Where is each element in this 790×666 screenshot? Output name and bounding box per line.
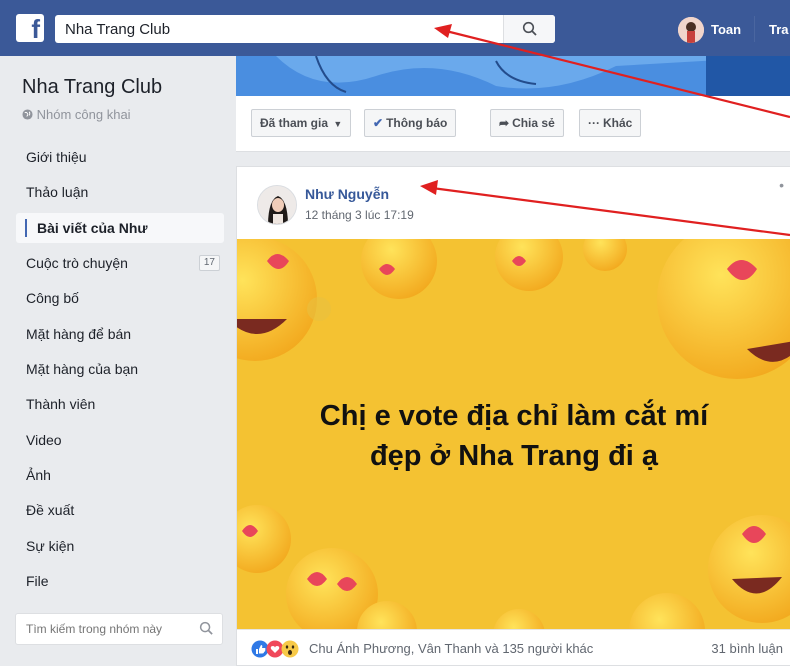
avatar[interactable]: [678, 17, 704, 43]
post-author-avatar[interactable]: [257, 185, 297, 225]
group-privacy-label: Nhóm công khai: [36, 107, 131, 122]
facebook-logo[interactable]: f: [16, 14, 44, 44]
group-cover-photo: [236, 56, 790, 96]
search-input[interactable]: Nha Trang Club: [65, 21, 170, 38]
cover-image: [236, 56, 790, 96]
search-bar[interactable]: Nha Trang Club: [55, 15, 555, 43]
sidebar-item-photos[interactable]: Ảnh: [16, 460, 224, 490]
globe-icon: [22, 109, 33, 120]
sidebar-item-label: Mặt hàng để bán: [26, 326, 132, 342]
sidebar-item-your-items[interactable]: Mặt hàng của bạn: [16, 354, 224, 384]
sidebar-item-files[interactable]: File: [16, 566, 224, 596]
sidebar-item-recommendations[interactable]: Đề xuất: [16, 495, 224, 525]
comment-count[interactable]: 31 bình luận: [711, 641, 783, 656]
post-author-name[interactable]: Như Nguyễn: [305, 186, 389, 202]
caret-down-icon: ▼: [333, 119, 343, 129]
group-search-box: [15, 613, 223, 645]
joined-button[interactable]: Đã tham gia ▼: [251, 109, 352, 137]
avatar-image: [678, 17, 704, 43]
post-caption-line: đẹp ở Nha Trang đi ạ: [369, 440, 659, 472]
sidebar-item-label: Đề xuất: [26, 502, 75, 518]
sidebar-item-discussion[interactable]: Thảo luận: [16, 177, 224, 207]
post-footer: Chu Ánh Phương, Vân Thanh và 135 người k…: [237, 629, 790, 666]
sidebar-item-label: Thảo luận: [26, 184, 89, 200]
more-dots-icon: ···: [588, 116, 600, 130]
check-icon: ✔: [373, 116, 384, 130]
share-arrow-icon: ➦: [499, 116, 510, 130]
home-link[interactable]: Tra: [769, 22, 789, 37]
sidebar-item-label: Video: [26, 432, 62, 448]
group-action-bar: Đã tham gia ▼ ✔ Thông báo ➦ Chia sẻ ··· Khá…: [236, 96, 790, 152]
post-card: Như Nguyễn 12 tháng 3 lúc 17:19 • Chị e …: [236, 166, 790, 666]
post-caption-line: Chị e vote địa chỉ làm cắt mí: [319, 400, 709, 432]
more-label: Khác: [603, 116, 633, 130]
reaction-icons[interactable]: [251, 640, 305, 658]
post-timestamp[interactable]: 12 tháng 3 lúc 17:19: [305, 208, 414, 222]
group-title[interactable]: Nha Trang Club: [22, 76, 162, 99]
sidebar-item-label: Bài viết của Như: [37, 220, 148, 236]
group-sidebar: Nha Trang Club Nhóm công khai Giới thiệu…: [0, 56, 236, 666]
sidebar-item-for-sale[interactable]: Mặt hàng để bán: [16, 319, 224, 349]
share-button[interactable]: ➦ Chia sẻ: [490, 109, 564, 137]
more-button[interactable]: ··· Khác: [579, 109, 642, 137]
sidebar-item-events[interactable]: Sự kiện: [16, 531, 224, 561]
post-caption: Chị e vote địa chỉ làm cắt mí đẹp ở Nha …: [237, 396, 790, 476]
search-icon[interactable]: [199, 621, 214, 636]
sidebar-item-member-posts[interactable]: Bài viết của Như: [16, 213, 224, 243]
sidebar-item-label: Cuộc trò chuyện: [26, 255, 128, 271]
sidebar-item-label: Thành viên: [26, 396, 96, 412]
sidebar-item-chats[interactable]: Cuộc trò chuyện 17: [16, 248, 224, 278]
sidebar-item-label: Công bố: [26, 290, 79, 306]
profile-link[interactable]: Toan: [711, 22, 741, 37]
group-search-input[interactable]: [26, 622, 186, 636]
share-label: Chia sẻ: [512, 116, 555, 130]
group-privacy: Nhóm công khai: [22, 107, 131, 122]
sidebar-item-label: File: [26, 573, 49, 589]
divider: [754, 16, 755, 42]
top-navigation-bar: f Nha Trang Club Toan Tra: [0, 0, 790, 56]
sidebar-item-label: Mặt hàng của bạn: [26, 361, 139, 377]
search-button[interactable]: [503, 15, 555, 43]
sidebar-item-label: Sự kiện: [26, 538, 75, 554]
notifications-button[interactable]: ✔ Thông báo: [364, 109, 457, 137]
joined-label: Đã tham gia: [260, 116, 329, 130]
notifications-label: Thông báo: [386, 116, 448, 130]
reactions-summary[interactable]: Chu Ánh Phương, Vân Thanh và 135 người k…: [309, 641, 593, 656]
sidebar-item-about[interactable]: Giới thiệu: [16, 142, 224, 172]
sidebar-item-members[interactable]: Thành viên: [16, 389, 224, 419]
sidebar-item-label: Giới thiệu: [26, 149, 87, 165]
reaction-icons-image: [251, 640, 299, 658]
avatar-image: [258, 186, 296, 224]
sidebar-item-videos[interactable]: Video: [16, 425, 224, 455]
sidebar-item-label: Ảnh: [26, 467, 51, 483]
sidebar-item-announcements[interactable]: Công bố: [16, 283, 224, 313]
post-options-icon[interactable]: •: [779, 177, 784, 193]
search-icon: [522, 21, 537, 36]
count-badge: 17: [198, 255, 220, 271]
post-image[interactable]: Chị e vote địa chỉ làm cắt mí đẹp ở Nha …: [237, 239, 790, 629]
